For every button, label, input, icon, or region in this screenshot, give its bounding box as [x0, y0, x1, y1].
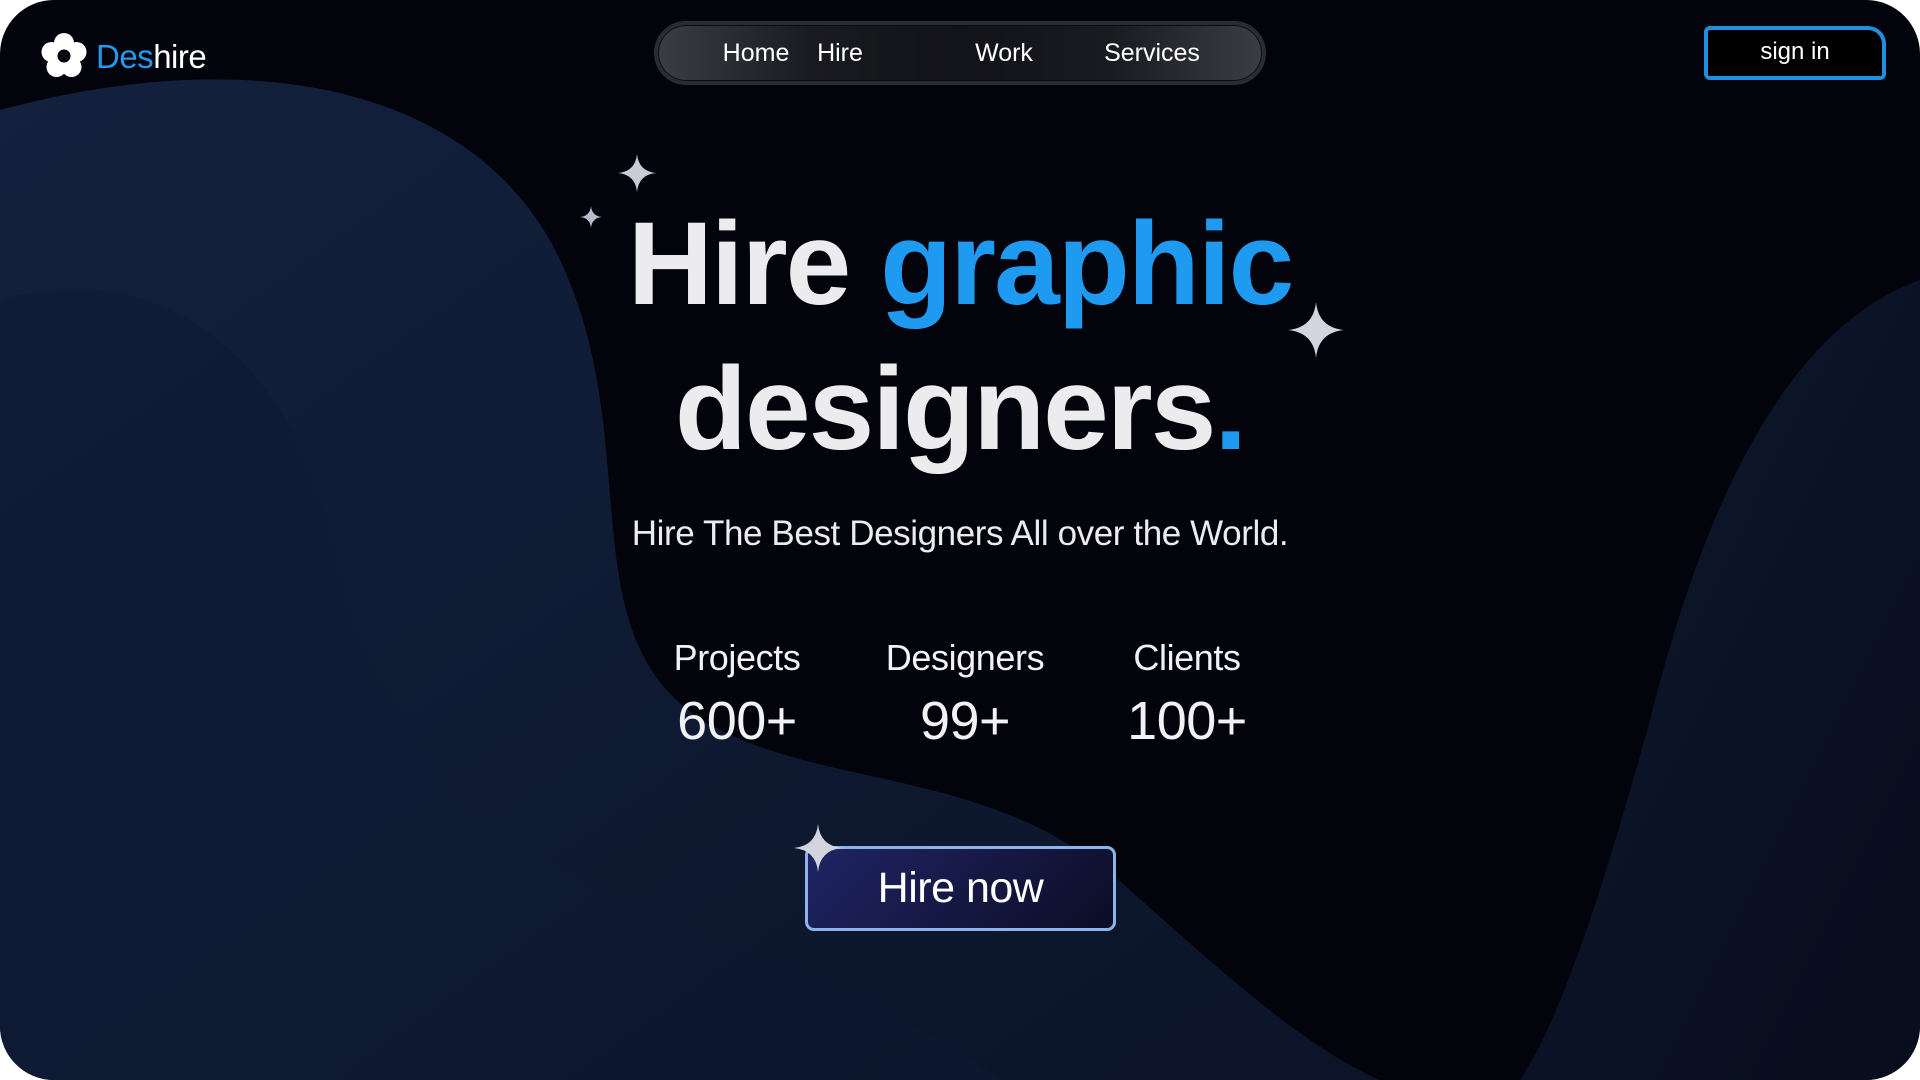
nav-item-hire[interactable]: Hire [817, 25, 863, 81]
hero-tagline: Hire The Best Designers All over the Wor… [631, 514, 1289, 553]
stat-value: 600+ [677, 691, 797, 751]
hero-title-designers: designers [674, 343, 1216, 475]
brand-name-accent: Des [96, 37, 154, 75]
sign-in-button[interactable]: sign in [1704, 26, 1886, 80]
hero-title-period: . [1214, 343, 1247, 475]
main-nav: Home Hire Work Services [654, 21, 1266, 85]
stat-label: Designers [885, 637, 1045, 678]
hero-title-hire: Hire [627, 198, 881, 330]
stat-value: 99+ [919, 691, 1011, 751]
hero-title-graphic: graphic [880, 198, 1294, 330]
stat-value: 100+ [1127, 691, 1247, 751]
stat-clients: Clients 100+ [1057, 636, 1317, 752]
sparkle-icon [1288, 302, 1344, 358]
sparkle-icon [580, 206, 602, 228]
brand-name: Deshire [96, 37, 207, 75]
nav-item-work[interactable]: Work [975, 25, 1033, 81]
hero-title-line-1: Hire graphic [0, 205, 1920, 323]
hero-title-line-2: designers. [0, 350, 1920, 468]
page-frame: Deshire Home Hire Work Services sign in … [0, 0, 1920, 1080]
sparkle-icon [794, 824, 842, 872]
sparkle-icon [618, 154, 656, 192]
brand-logo[interactable]: Deshire [38, 30, 207, 82]
stat-projects: Projects 600+ [607, 636, 867, 752]
flower-logo-icon [41, 33, 87, 77]
stat-label: Projects [673, 637, 801, 678]
nav-item-home[interactable]: Home [723, 25, 790, 81]
stat-label: Clients [1133, 637, 1241, 678]
brand-name-rest: hire [153, 37, 207, 75]
stat-designers: Designers 99+ [835, 636, 1095, 752]
hire-now-button[interactable]: Hire now [805, 846, 1116, 931]
nav-item-services[interactable]: Services [1104, 25, 1200, 81]
